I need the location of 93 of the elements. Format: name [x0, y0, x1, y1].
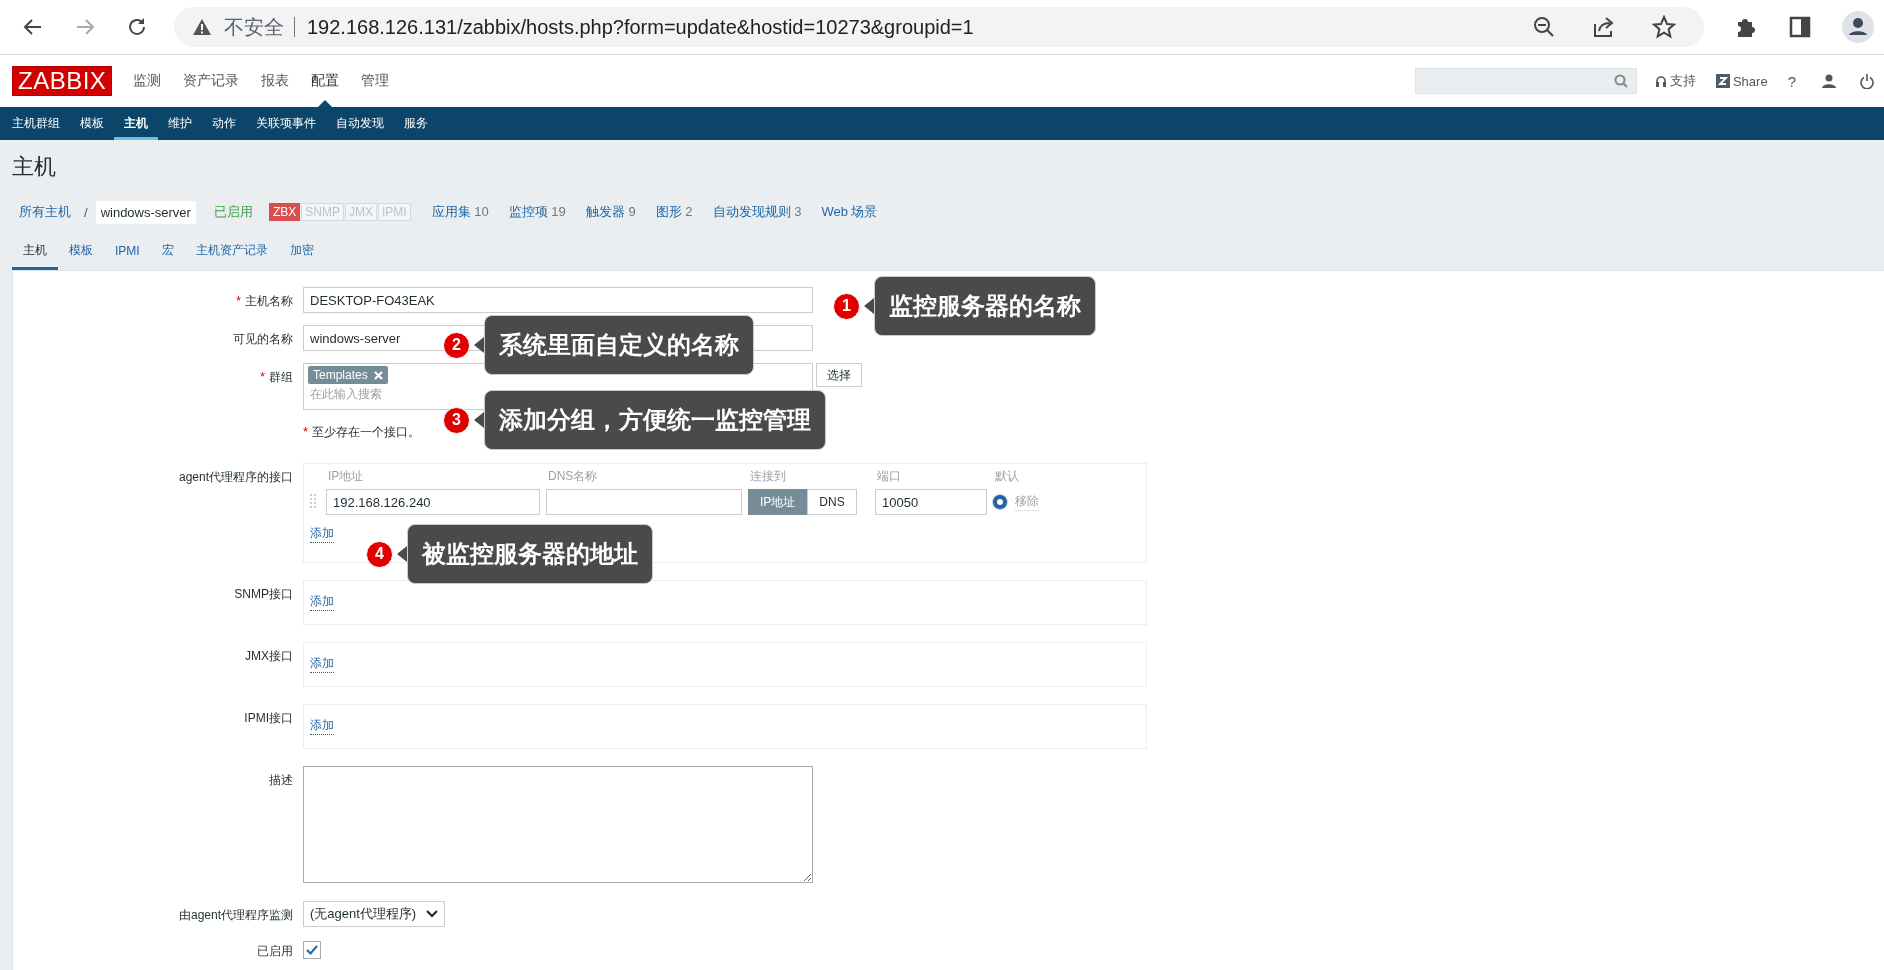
availability-badge: ZBX [268, 203, 301, 221]
field-label: 可见的名称 [233, 332, 293, 346]
proxy-select[interactable]: (无agent代理程序) [303, 901, 446, 927]
zoom-out-icon[interactable] [1532, 15, 1556, 39]
share-icon[interactable] [1592, 15, 1616, 39]
pointer-icon [474, 337, 484, 353]
security-label: 不安全 [224, 17, 295, 37]
menu-item[interactable]: 报表 [250, 55, 301, 107]
breadcrumb-separator: / [84, 204, 88, 220]
page-title: 主机 [11, 153, 57, 181]
user-icon[interactable] [1822, 74, 1836, 88]
host-link[interactable]: 应用集 10 [431, 203, 489, 221]
toggle-option[interactable]: DNS [807, 489, 857, 515]
add-link[interactable]: 添加 [310, 717, 334, 735]
column-header: DNS名称 [547, 468, 599, 485]
tab[interactable]: 宏 [150, 234, 185, 270]
sub-menu-item[interactable]: 动作 [202, 107, 246, 140]
side-panel-icon[interactable] [1788, 15, 1812, 39]
host-link[interactable]: 自动发现规则 3 [712, 203, 802, 221]
input-field[interactable]: 192.168.126.240 [326, 489, 540, 515]
help-link[interactable]: ? [1787, 72, 1796, 90]
menu-item[interactable]: 监测 [122, 55, 173, 107]
z-icon [1715, 74, 1730, 88]
tab[interactable]: IPMI [104, 234, 151, 270]
field-label: SNMP接口 [234, 587, 293, 601]
field-label: IPMI接口 [244, 711, 293, 725]
field-label: 描述 [269, 773, 293, 787]
search-field[interactable] [1414, 68, 1637, 94]
pointer-icon [397, 546, 407, 562]
breadcrumb-link[interactable]: windows-server [95, 200, 196, 224]
drag-handle-icon[interactable] [310, 494, 318, 510]
field-label: JMX接口 [245, 649, 293, 663]
menu-item[interactable]: 配置 [300, 55, 351, 107]
field-label: 主机名称 [245, 294, 293, 308]
pointer-icon [864, 298, 874, 314]
field-label: 已启用 [257, 944, 293, 958]
hint-text: 至少存在一个接口。 [312, 424, 421, 441]
host-link[interactable]: 监控项 19 [508, 203, 566, 221]
annotation-tooltip: 监控服务器的名称 [874, 276, 1096, 336]
warning-icon [192, 18, 212, 36]
share-link[interactable]: Share [1732, 73, 1768, 89]
field-label: 由agent代理程序监测 [178, 908, 293, 922]
tab[interactable]: 加密 [278, 234, 325, 270]
annotation-tooltip: 添加分组，方便统一监控管理 [484, 390, 826, 450]
search-icon [1613, 74, 1628, 88]
menu-item[interactable]: 管理 [350, 55, 401, 107]
sub-menu-item[interactable]: 主机 [114, 107, 158, 140]
required-mark: * [260, 370, 265, 384]
reload-icon[interactable] [126, 16, 148, 38]
star-icon[interactable] [1652, 15, 1676, 39]
breadcrumb-link[interactable]: 所有主机 [14, 199, 76, 225]
annotation-tooltip: 被监控服务器的地址 [407, 524, 653, 584]
sub-menu-item[interactable]: 模板 [70, 107, 114, 140]
tab[interactable]: 模板 [58, 234, 104, 270]
sub-menu-item[interactable]: 关联项事件 [246, 107, 326, 140]
add-link[interactable]: 添加 [310, 655, 334, 673]
input-field[interactable] [546, 489, 742, 515]
sub-menu-item[interactable]: 自动发现 [326, 107, 394, 140]
support-link[interactable]: 支持 [1669, 72, 1696, 90]
sub-menu-item[interactable]: 维护 [158, 107, 202, 140]
input-field[interactable]: 10050 [875, 489, 987, 515]
column-header: IP地址 [327, 468, 365, 485]
field-label: agent代理程序的接口 [178, 470, 293, 484]
host-link[interactable]: Web 场景 [821, 203, 878, 221]
host-link[interactable]: 图形 2 [655, 203, 693, 221]
field-label: 群组 [269, 370, 293, 384]
input-field[interactable]: DESKTOP-FO43EAK [303, 287, 813, 313]
address-bar[interactable]: 不安全 192.168.126.131/zabbix/hosts.php?form=update&hostid=10273&groupid=1 [174, 7, 1704, 47]
description-field[interactable] [303, 766, 813, 883]
remove-icon [373, 370, 383, 380]
column-header: 端口 [876, 468, 902, 485]
checkbox[interactable] [303, 941, 321, 959]
required-mark: * [303, 424, 309, 439]
url-text: 192.168.126.131/zabbix/hosts.php?form=update&hostid=10273&groupid=1 [307, 15, 974, 39]
headset-icon [1654, 74, 1667, 88]
annotation-tooltip: 系统里面自定义的名称 [484, 315, 754, 375]
host-link[interactable]: 触发器 9 [585, 203, 636, 221]
avatar-icon[interactable] [1842, 11, 1874, 43]
tab[interactable]: 主机资产记录 [184, 234, 279, 270]
pointer-icon [474, 412, 484, 428]
select-button[interactable]: 选择 [816, 363, 862, 387]
add-link[interactable]: 添加 [310, 593, 334, 611]
menu-item[interactable]: 资产记录 [172, 55, 251, 107]
zabbix-logo[interactable]: ZABBIX [12, 66, 113, 96]
sub-menu-item[interactable]: 服务 [394, 107, 438, 140]
add-link[interactable]: 添加 [310, 525, 334, 543]
column-header: 连接到 [749, 468, 787, 485]
chevron-icon [426, 910, 439, 918]
power-icon[interactable] [1860, 73, 1874, 89]
column-header: 默认 [994, 468, 1020, 485]
radio-button[interactable] [993, 495, 1007, 509]
sub-menu-item[interactable]: 主机群组 [2, 107, 70, 140]
required-mark: * [236, 294, 241, 308]
